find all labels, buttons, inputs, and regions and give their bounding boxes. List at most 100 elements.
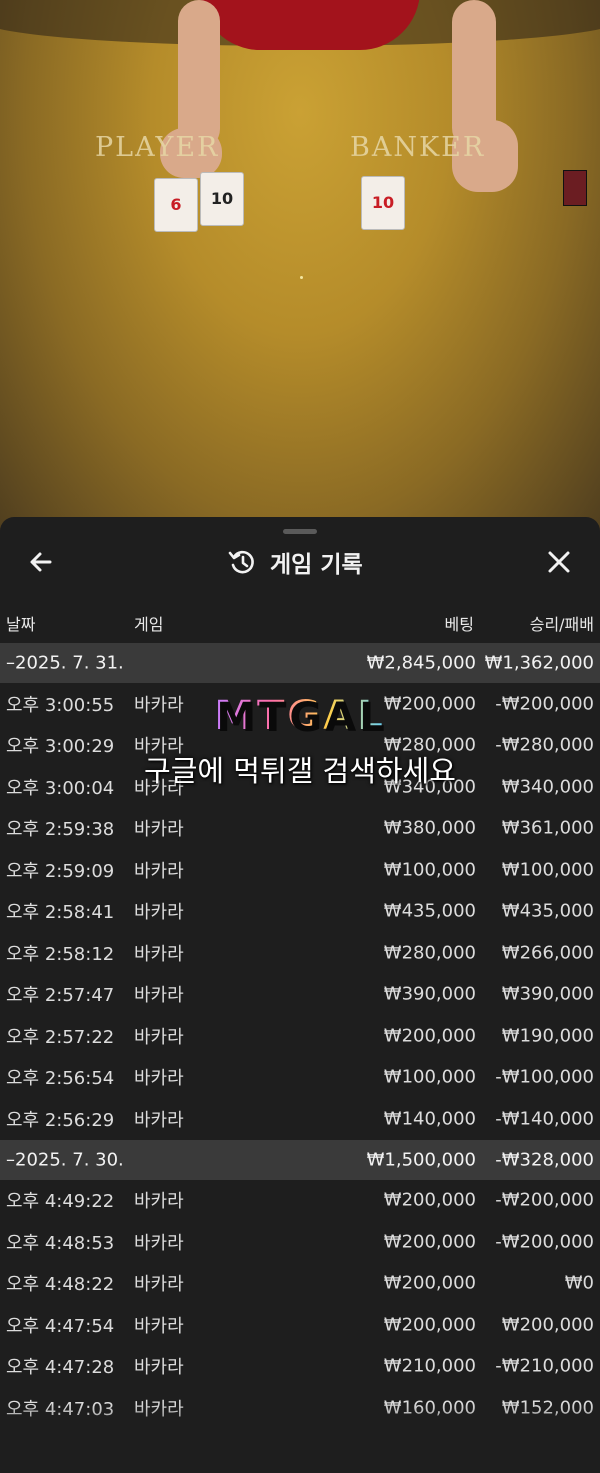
row-time: 오후 2:57:47 [6, 985, 115, 1007]
group-total-win-loss: ₩1,362,000 [484, 652, 594, 674]
row-win-loss: ₩361,000 [501, 817, 594, 839]
row-time: 오후 4:48:53 [6, 1232, 115, 1254]
row-time: 오후 2:59:09 [6, 860, 115, 882]
column-header-date[interactable]: 날짜 [6, 611, 35, 635]
row-bet: ₩200,000 [383, 1314, 476, 1336]
sheet-header: 게임 기록 [0, 539, 600, 587]
row-win-loss: -₩200,000 [495, 1231, 594, 1253]
row-game: 바카라 [134, 1109, 184, 1131]
row-game: 바카라 [134, 1026, 184, 1048]
sheet-title-group: 게임 기록 [228, 545, 363, 579]
row-game: 바카라 [134, 1357, 184, 1379]
row-game: 바카라 [134, 819, 184, 841]
row-win-loss: -₩140,000 [495, 1108, 594, 1130]
row-game: 바카라 [134, 1068, 184, 1090]
row-game: 바카라 [134, 1274, 184, 1296]
row-bet: ₩280,000 [383, 942, 476, 964]
row-win-loss: ₩0 [564, 1272, 594, 1294]
row-bet: ₩200,000 [383, 1272, 476, 1294]
row-bet: ₩200,000 [383, 1025, 476, 1047]
player-label: PLAYER [95, 132, 220, 163]
row-win-loss: ₩200,000 [501, 1314, 594, 1336]
watermark-logo: MTGAL [195, 690, 405, 742]
column-header-win-loss[interactable]: 승리/패배 [530, 611, 594, 635]
row-win-loss: ₩390,000 [501, 983, 594, 1005]
watermark-logo-text: MTGAL [214, 693, 386, 739]
group-total-win-loss: -₩328,000 [495, 1149, 594, 1170]
row-time: 오후 2:56:29 [6, 1109, 115, 1131]
row-game: 바카라 [134, 902, 184, 924]
game-history-sheet: 게임 기록 날짜 게임 베팅 승리/패배 –2025. 7. 31. ₩2,84… [0, 517, 600, 1473]
row-bet: ₩200,000 [383, 1189, 476, 1211]
table-row[interactable]: 오후 2:57:22 바카라 ₩200,000 ₩190,000 [0, 1015, 600, 1057]
row-bet: ₩435,000 [383, 900, 476, 922]
row-game: 바카라 [134, 1232, 184, 1254]
table-dot [300, 276, 303, 279]
row-time: 오후 4:47:54 [6, 1315, 115, 1337]
row-bet: ₩200,000 [383, 1231, 476, 1253]
row-time: 오후 2:56:54 [6, 1068, 115, 1090]
column-header-game[interactable]: 게임 [134, 611, 163, 635]
table-row[interactable]: 오후 2:59:38 바카라 ₩380,000 ₩361,000 [0, 808, 600, 850]
row-win-loss: ₩190,000 [501, 1025, 594, 1047]
group-total-bet: ₩2,845,000 [366, 652, 476, 674]
row-win-loss: ₩435,000 [501, 900, 594, 922]
table-row[interactable]: 오후 2:59:09 바카라 ₩100,000 ₩100,000 [0, 849, 600, 891]
banker-card-1: 10 [361, 176, 405, 230]
column-headers: 날짜 게임 베팅 승리/패배 [0, 609, 600, 639]
row-time: 오후 2:59:38 [6, 819, 115, 841]
row-time: 오후 4:48:22 [6, 1274, 115, 1296]
row-time: 오후 2:58:41 [6, 902, 115, 924]
drag-handle[interactable] [283, 529, 317, 534]
row-bet: ₩390,000 [383, 983, 476, 1005]
live-video: PLAYER BANKER 6 10 10 [0, 0, 600, 560]
row-bet: ₩100,000 [383, 1066, 476, 1088]
arrow-left-icon[interactable] [26, 547, 56, 577]
table-row[interactable]: 오후 4:48:22 바카라 ₩200,000 ₩0 [0, 1263, 600, 1305]
table-row[interactable]: 오후 2:56:54 바카라 ₩100,000 -₩100,000 [0, 1057, 600, 1099]
row-win-loss: -₩100,000 [495, 1066, 594, 1088]
row-bet: ₩140,000 [383, 1108, 476, 1130]
date-group-header[interactable]: –2025. 7. 30. ₩1,500,000 -₩328,000 [0, 1139, 600, 1180]
dealer-dress [200, 0, 420, 50]
row-game: 바카라 [134, 1191, 184, 1213]
close-icon[interactable] [544, 547, 574, 577]
row-game: 바카라 [134, 694, 184, 716]
bottom-fade [0, 1403, 600, 1473]
player-card-1: 6 [154, 178, 198, 232]
row-time: 오후 4:47:28 [6, 1357, 115, 1379]
row-time: 오후 3:00:55 [6, 694, 115, 716]
table-row[interactable]: 오후 2:58:12 바카라 ₩280,000 ₩266,000 [0, 932, 600, 974]
date-group-header[interactable]: –2025. 7. 31. ₩2,845,000 ₩1,362,000 [0, 643, 600, 683]
row-win-loss: -₩200,000 [495, 693, 594, 715]
row-game: 바카라 [134, 985, 184, 1007]
row-bet: ₩100,000 [383, 859, 476, 881]
row-win-loss: -₩200,000 [495, 1189, 594, 1211]
row-time: 오후 2:57:22 [6, 1026, 115, 1048]
column-header-bet[interactable]: 베팅 [445, 611, 474, 635]
table-row[interactable]: 오후 2:58:41 바카라 ₩435,000 ₩435,000 [0, 891, 600, 933]
table-row[interactable]: 오후 4:47:28 바카라 ₩210,000 -₩210,000 [0, 1346, 600, 1388]
history-clock-icon [228, 550, 254, 574]
table-row[interactable]: 오후 4:48:53 바카라 ₩200,000 -₩200,000 [0, 1221, 600, 1263]
row-game: 바카라 [134, 943, 184, 965]
row-win-loss: -₩210,000 [495, 1355, 594, 1377]
group-date: –2025. 7. 31. [6, 652, 124, 674]
row-game: 바카라 [134, 1315, 184, 1337]
row-game: 바카라 [134, 860, 184, 882]
table-row[interactable]: 오후 2:57:47 바카라 ₩390,000 ₩390,000 [0, 974, 600, 1016]
card-shoe [563, 170, 587, 206]
watermark-text: 구글에 먹튀갤 검색하세요 [144, 754, 456, 788]
banker-label: BANKER [350, 132, 486, 163]
page-title: 게임 기록 [270, 552, 363, 578]
group-total-bet: ₩1,500,000 [366, 1149, 476, 1170]
row-time: 오후 4:49:22 [6, 1191, 115, 1213]
row-bet: ₩380,000 [383, 817, 476, 839]
row-win-loss: ₩266,000 [501, 942, 594, 964]
row-time: 오후 2:58:12 [6, 943, 115, 965]
table-row[interactable]: 오후 4:49:22 바카라 ₩200,000 -₩200,000 [0, 1180, 600, 1222]
table-row[interactable]: 오후 4:47:54 바카라 ₩200,000 ₩200,000 [0, 1304, 600, 1346]
group-date: –2025. 7. 30. [6, 1149, 124, 1170]
player-card-2: 10 [200, 172, 244, 226]
table-row[interactable]: 오후 2:56:29 바카라 ₩140,000 -₩140,000 [0, 1098, 600, 1140]
